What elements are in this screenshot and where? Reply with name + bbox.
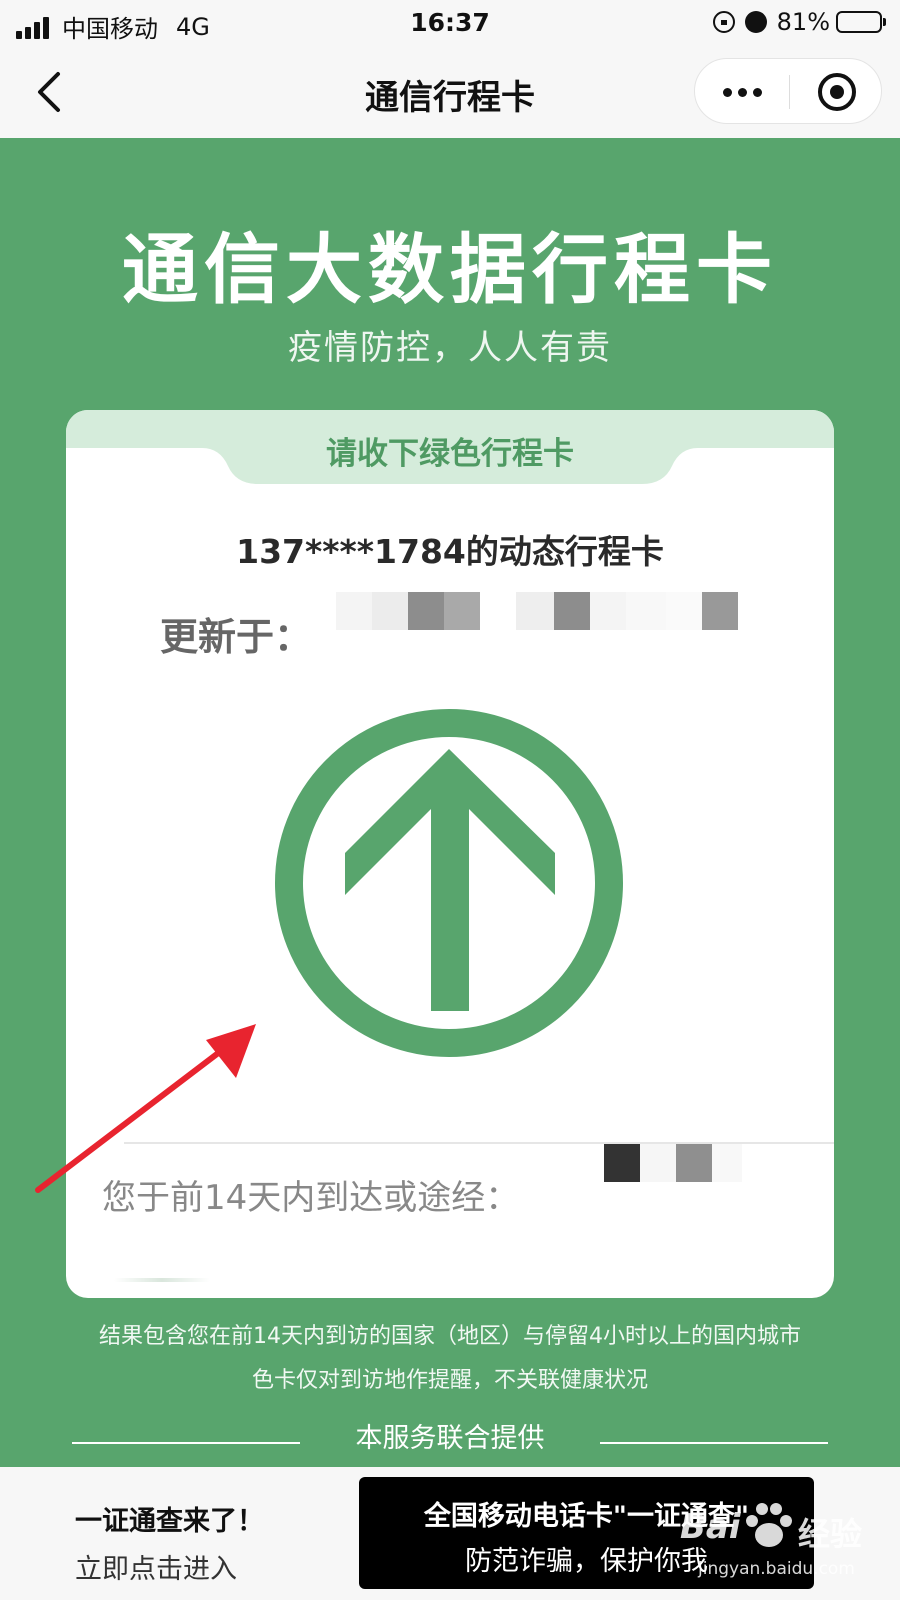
visited-label: 您于前14天内到达或途经： (102, 1178, 520, 1218)
more-dots-icon (722, 87, 732, 97)
redacted-mosaic (640, 1144, 676, 1182)
more-dot (752, 87, 762, 97)
battery-icon (836, 11, 886, 33)
paw-icon (746, 1503, 792, 1547)
redacted-mosaic (516, 592, 554, 630)
provided-line-right (600, 1442, 828, 1444)
more-button[interactable] (695, 59, 789, 125)
promo-title: 一证通查来了！ (75, 1506, 264, 1537)
itinerary-card: 请收下绿色行程卡 137****1784的动态行程卡 更新于： 您于前14天内到… (66, 410, 834, 1298)
watermark-url: jingyan.baidu.com (698, 1559, 855, 1579)
status-bar: 中国移动 4G 16:37 81% (0, 0, 900, 46)
mini-program-capsule (694, 58, 882, 124)
note-line-2: 色卡仅对到访地作提醒，不关联健康状况 (251, 1368, 648, 1393)
card-inner-shadow (114, 1278, 210, 1282)
provided-label: 本服务联合提供 (355, 1423, 545, 1454)
redacted-mosaic (712, 1144, 742, 1182)
note-line-1: 结果包含您在前14天内到访的国家（地区）与停留4小时以上的国内城市 (99, 1324, 801, 1349)
rotation-lock-icon (712, 11, 735, 33)
promo-enter-link[interactable]: 立即点击进入 (75, 1547, 237, 1586)
target-dot (829, 85, 844, 99)
redacted-mosaic (702, 592, 738, 630)
status-right: 81% (712, 8, 886, 36)
slogan: 疫情防控，人人有责 (288, 328, 612, 368)
card-tab-label: 请收下绿色行程卡 (326, 436, 574, 472)
redacted-mosaic (336, 592, 372, 630)
redacted-mosaic (554, 592, 590, 630)
nav-bar: 通信行程卡 (0, 46, 900, 138)
redacted-mosaic (676, 1144, 712, 1182)
redacted-mosaic (372, 592, 408, 630)
close-button[interactable] (790, 59, 883, 125)
more-dot (737, 87, 747, 97)
baidu-watermark: Bai 经验 jingyan.baidu.com (680, 1495, 880, 1595)
watermark-brand-cn: 经验 (798, 1515, 863, 1553)
target-close-icon (817, 73, 856, 111)
up-arrow-circle-icon (275, 709, 623, 1057)
redacted-mosaic (666, 592, 702, 630)
card-phone-line: 137****1784的动态行程卡 (236, 532, 664, 571)
redacted-mosaic (590, 592, 626, 630)
main-title: 通信大数据行程卡 (122, 225, 778, 314)
watermark-brand: Bai (680, 1507, 741, 1547)
alarm-icon (744, 11, 767, 33)
battery-percent: 81% (776, 8, 830, 36)
redacted-mosaic (626, 592, 666, 630)
redacted-mosaic (604, 1144, 640, 1182)
update-label: 更新于： (160, 615, 313, 659)
redacted-mosaic (444, 592, 480, 630)
redacted-mosaic (408, 592, 444, 630)
